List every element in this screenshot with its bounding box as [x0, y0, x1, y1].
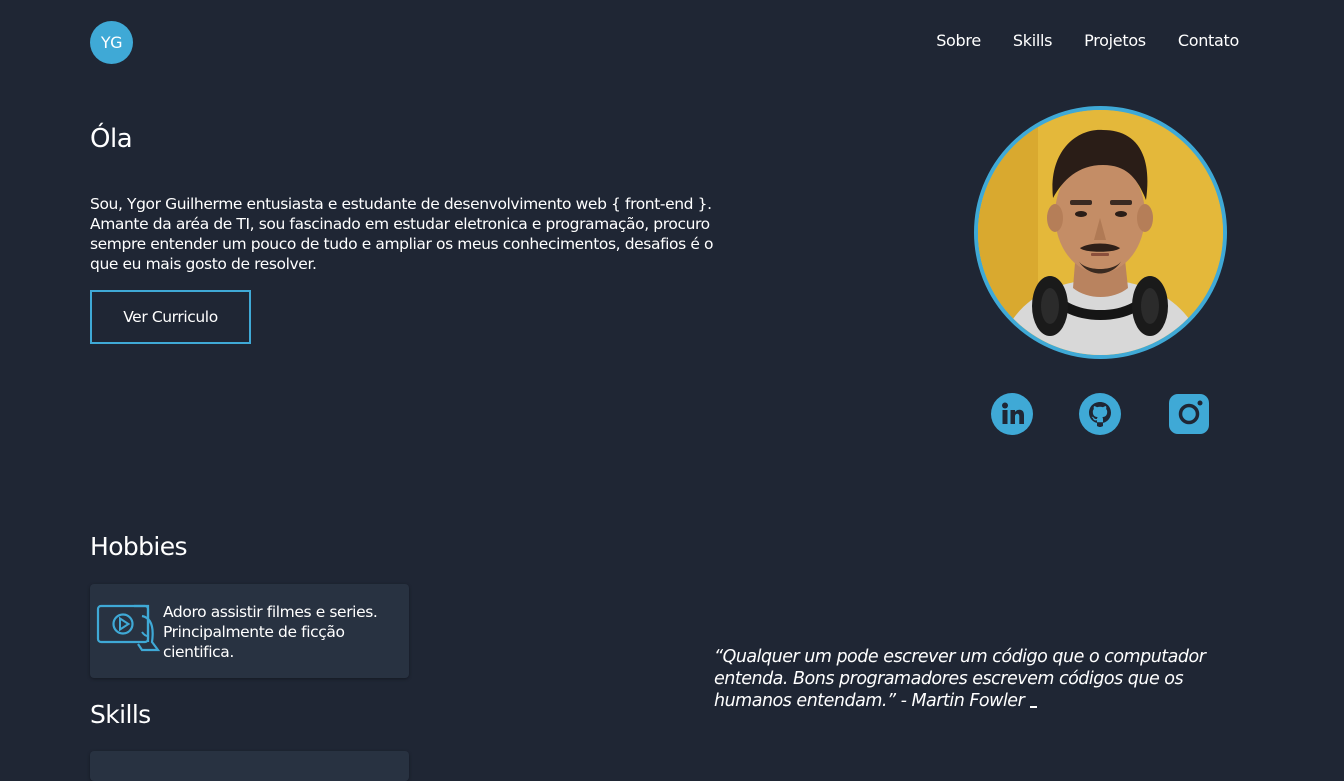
typing-cursor: [1030, 706, 1038, 708]
greeting-title: Óla: [90, 124, 133, 154]
github-icon: [1079, 393, 1121, 435]
intro-text: Sou, Ygor Guilherme entusiasta e estudan…: [90, 195, 714, 273]
profile-photo-illustration: [978, 110, 1223, 355]
hobby-card: Adoro assistir filmes e series. Principa…: [90, 584, 409, 678]
video-player-icon: [96, 604, 160, 652]
nav-link-contato[interactable]: Contato: [1178, 31, 1239, 50]
view-resume-button[interactable]: Ver Curriculo: [90, 290, 251, 344]
logo-badge[interactable]: YG: [90, 21, 133, 64]
quote-body: “Qualquer um pode escrever um código que…: [714, 647, 1206, 711]
github-link[interactable]: [1079, 393, 1121, 435]
skills-title: Skills: [90, 700, 151, 729]
quote-text: “Qualquer um pode escrever um código que…: [714, 646, 1254, 712]
nav-link-sobre[interactable]: Sobre: [936, 31, 981, 50]
linkedin-link[interactable]: [991, 393, 1033, 435]
nav-link-skills[interactable]: Skills: [1013, 31, 1053, 50]
profile-photo: [974, 106, 1227, 359]
nav-link-projetos[interactable]: Projetos: [1084, 31, 1146, 50]
linkedin-icon: [991, 393, 1033, 435]
hobby-text: Adoro assistir filmes e series. Principa…: [163, 603, 378, 661]
skills-card: [90, 751, 409, 781]
main-nav: Sobre Skills Projetos Contato: [936, 31, 1239, 50]
site-header: YG Sobre Skills Projetos Contato: [0, 0, 1344, 84]
hobbies-title: Hobbies: [90, 532, 188, 561]
instagram-link[interactable]: [1168, 393, 1210, 435]
logo-initials: YG: [100, 33, 123, 52]
instagram-icon: [1169, 394, 1209, 434]
